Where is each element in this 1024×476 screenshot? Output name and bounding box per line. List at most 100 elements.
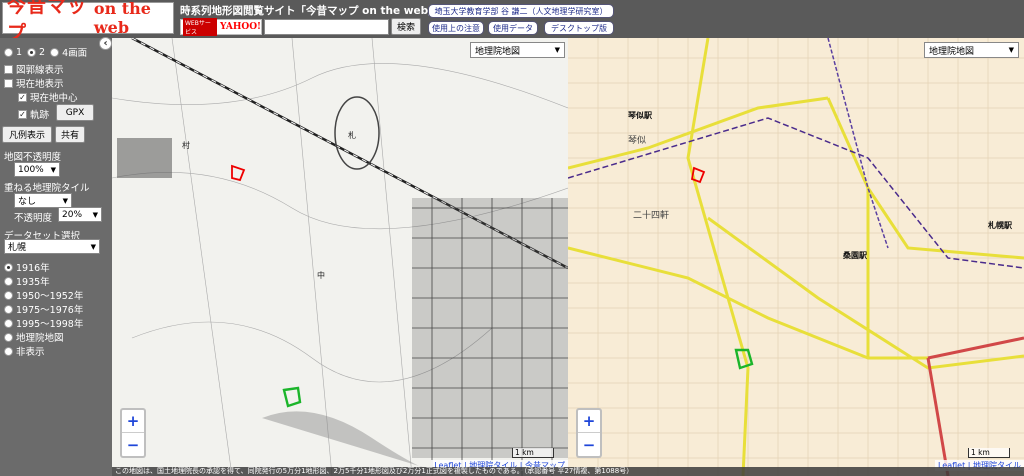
zoom-out-icon[interactable]: − — [578, 433, 600, 456]
opacity-value: 100% — [18, 164, 44, 175]
period-radio[interactable] — [4, 262, 13, 272]
period-label: 1950～1952年 — [16, 291, 84, 302]
sidebar: 1 2 4画面 図郭線表示 現在地表示 ✓ 現在地中心 ✓ 軌跡 GPX 凡例表示 … — [0, 38, 112, 476]
layout-label-4: 4画面 — [62, 48, 88, 59]
checkbox-label: 現在地中心 — [30, 93, 78, 104]
chevron-down-icon: ▼ — [554, 46, 560, 54]
period-radio[interactable] — [4, 290, 13, 300]
period-radio[interactable] — [4, 276, 13, 286]
period-label: 地理院地図 — [16, 333, 64, 344]
opacity-select[interactable]: 100% ▼ — [14, 162, 60, 177]
site-logo[interactable]: 今昔マップ on the web — [2, 0, 174, 44]
checkbox-grid-lines[interactable]: 図郭線表示 — [4, 62, 64, 76]
checkbox-track[interactable]: ✓ 軌跡 — [18, 107, 49, 121]
header-bar: 今昔マップ on the web 時系列地形図閲覧サイト「今昔マップ on th… — [0, 0, 1024, 44]
dataset-select[interactable]: 札幌 ▼ — [4, 239, 100, 254]
checkbox-track-box[interactable]: ✓ — [18, 109, 27, 119]
data-link[interactable]: 使用データ — [488, 21, 538, 35]
layer-value: 地理院地図 — [475, 46, 521, 57]
badge-brand: YAHOO! — [220, 21, 261, 32]
period-label: 1916年 — [16, 263, 50, 274]
desktop-link[interactable]: デスクトップ版 — [544, 21, 614, 35]
svg-text:村: 村 — [182, 140, 190, 150]
gpx-button[interactable]: GPX — [56, 104, 94, 121]
checkbox-center-location-box[interactable]: ✓ — [18, 92, 27, 102]
legend-button[interactable]: 凡例表示 — [2, 126, 52, 143]
period-option-3[interactable]: 1975～1976年 — [4, 302, 83, 316]
copyright-note: この地図は、国土地理院長の承認を得て、同院発行の5万分1地形図、2万5千分1地形… — [112, 467, 1024, 476]
left-zoom-control: + − — [120, 408, 146, 458]
overlay-title: 重ねる地理院タイル — [4, 183, 90, 194]
checkbox-label: 現在地表示 — [16, 79, 64, 90]
layout-label-2: 2 — [39, 46, 46, 58]
layout-radio-2[interactable] — [27, 47, 37, 57]
period-radio[interactable] — [4, 318, 13, 328]
logo-subtitle: on the web — [93, 0, 151, 37]
period-label: 非表示 — [16, 347, 45, 358]
period-option-4[interactable]: 1995～1998年 — [4, 316, 83, 330]
layer-value: 地理院地図 — [929, 46, 975, 57]
overlay-opacity-select[interactable]: 20% ▼ — [58, 207, 102, 222]
site-description: 時系列地形図閲覧サイト「今昔マップ on the web」 — [180, 5, 439, 17]
overlay-select[interactable]: なし ▼ — [14, 193, 72, 208]
layout-label-1: 1 — [16, 46, 23, 58]
checkbox-current-location-box[interactable] — [4, 78, 13, 88]
left-scale-bar: 1 km — [512, 448, 554, 458]
layout-radio-1[interactable] — [4, 47, 13, 57]
period-radio[interactable] — [4, 304, 13, 314]
period-option-5[interactable]: 地理院地図 — [4, 330, 64, 344]
modern-map-canvas[interactable]: 琴似 二十四軒 琴似駅 桑園駅 札幌駅 — [568, 38, 1024, 476]
chevron-down-icon: ▼ — [90, 243, 96, 251]
map-label: 琴似 — [628, 135, 646, 146]
period-label: 1935年 — [16, 277, 50, 288]
map-label: 札幌駅 — [987, 220, 1013, 230]
left-layer-select[interactable]: 地理院地図 ▼ — [470, 42, 565, 58]
overlay-opacity-value: 20% — [62, 209, 83, 220]
zoom-in-icon[interactable]: + — [122, 410, 144, 433]
badge-service: WEBサービス — [183, 17, 218, 36]
share-button[interactable]: 共有 — [55, 126, 85, 143]
right-zoom-control: + − — [576, 408, 602, 458]
checkbox-current-location[interactable]: 現在地表示 — [4, 76, 64, 90]
search-button[interactable]: 検索 — [391, 18, 421, 35]
historical-map-pane[interactable]: 札 中 村 地理院地図 ▼ + − 1 km Leaflet | 地理院タイル |… — [112, 38, 568, 476]
layout-radio-4[interactable] — [50, 47, 60, 57]
checkbox-grid-lines-box[interactable] — [4, 64, 13, 74]
period-radio[interactable] — [4, 332, 13, 342]
svg-text:中: 中 — [317, 270, 325, 280]
period-option-1[interactable]: 1935年 — [4, 274, 50, 288]
checkbox-center-location[interactable]: ✓ 現在地中心 — [18, 90, 78, 104]
checkbox-label: 図郭線表示 — [16, 65, 64, 76]
period-label: 1975～1976年 — [16, 305, 84, 316]
zoom-in-icon[interactable]: + — [578, 410, 600, 433]
overlay-value: なし — [18, 197, 37, 207]
search-area: WEBサービス YAHOO! 検索 — [180, 17, 421, 36]
author-link[interactable]: 埼玉大学教育学部 谷 謙二（人文地理学研究室） — [428, 4, 614, 18]
caution-link[interactable]: 使用上の注意 — [428, 21, 484, 35]
opacity-title: 地図不透明度 — [4, 152, 62, 163]
chevron-down-icon: ▼ — [50, 166, 56, 174]
right-scale-bar: 1 km — [968, 448, 1010, 458]
chevron-down-icon: ▼ — [62, 197, 68, 205]
map-label: 琴似駅 — [627, 111, 653, 120]
right-layer-select[interactable]: 地理院地図 ▼ — [924, 42, 1019, 58]
map-label: 桑園駅 — [842, 250, 868, 260]
chevron-down-icon: ▼ — [1008, 46, 1014, 54]
chevron-down-icon: ▼ — [92, 211, 98, 219]
svg-text:札: 札 — [348, 130, 356, 140]
yahoo-badge[interactable]: WEBサービス YAHOO! — [180, 17, 262, 36]
dataset-value: 札幌 — [8, 243, 27, 253]
period-option-2[interactable]: 1950～1952年 — [4, 288, 83, 302]
map-label: 二十四軒 — [633, 209, 669, 221]
zoom-out-icon[interactable]: − — [122, 433, 144, 456]
layout-radio-group: 1 2 4画面 — [4, 45, 87, 59]
period-radio[interactable] — [4, 346, 13, 356]
period-option-6[interactable]: 非表示 — [4, 344, 45, 358]
checkbox-label: 軌跡 — [30, 110, 50, 121]
overlay-opacity-label: 不透明度 — [14, 213, 53, 224]
modern-map-pane[interactable]: 琴似 二十四軒 琴似駅 桑園駅 札幌駅 地理院地図 ▼ + − 1 km Leaf… — [568, 38, 1024, 476]
period-option-0[interactable]: 1916年 — [4, 260, 50, 274]
search-input[interactable] — [264, 18, 389, 35]
historical-map-canvas[interactable]: 札 中 村 — [112, 38, 568, 476]
chevron-left-icon[interactable]: ‹ — [99, 37, 112, 50]
